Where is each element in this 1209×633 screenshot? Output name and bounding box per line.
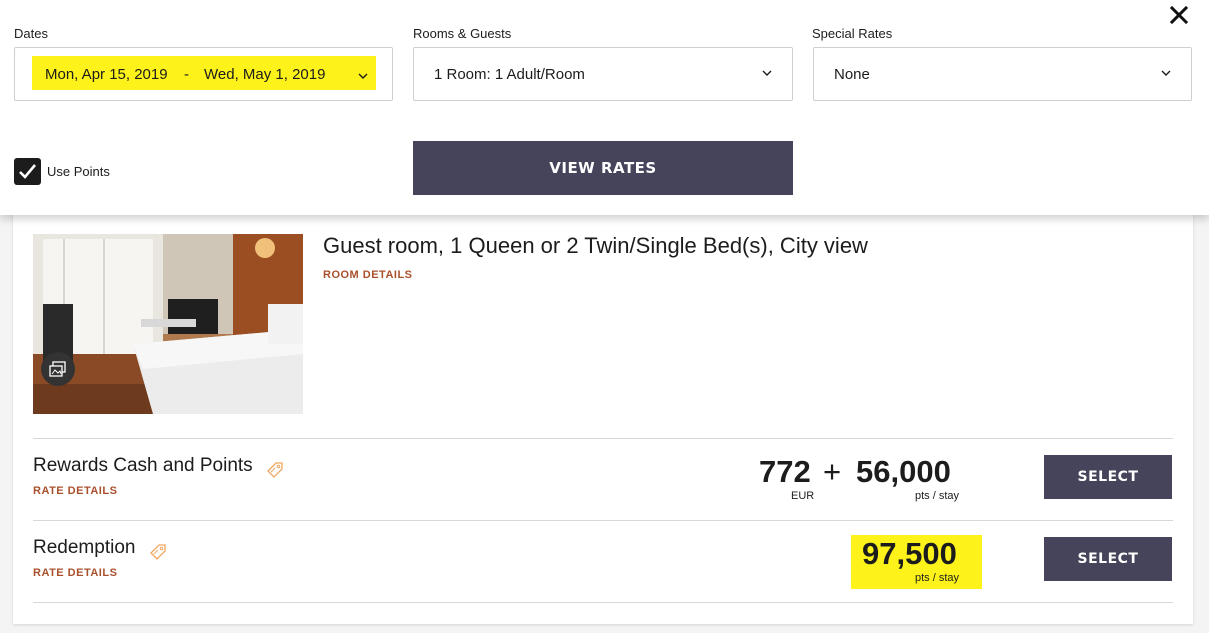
special-rates-label: Special Rates bbox=[812, 26, 893, 41]
use-points-label: Use Points bbox=[47, 164, 110, 179]
date-separator: - bbox=[184, 66, 189, 83]
divider bbox=[33, 520, 1173, 521]
cash-currency: EUR bbox=[791, 490, 815, 502]
rooms-guests-select[interactable]: 1 Room: 1 Adult/Room bbox=[413, 47, 793, 101]
special-rates-select[interactable]: None bbox=[813, 47, 1192, 101]
search-panel: Dates Mon, Apr 15, 2019 - Wed, May 1, 20… bbox=[0, 0, 1209, 215]
gallery-icon[interactable] bbox=[41, 352, 75, 386]
dates-field[interactable]: Mon, Apr 15, 2019 - Wed, May 1, 2019 bbox=[14, 47, 393, 101]
date-end: Wed, May 1, 2019 bbox=[204, 66, 326, 83]
room-title: Guest room, 1 Queen or 2 Twin/Single Bed… bbox=[323, 233, 868, 258]
room-details-link[interactable]: ROOM DETAILS bbox=[323, 269, 413, 281]
tag-icon bbox=[266, 461, 284, 479]
tag-icon bbox=[149, 543, 167, 561]
rate-details-link[interactable]: RATE DETAILS bbox=[33, 567, 117, 579]
select-button[interactable]: SELECT bbox=[1044, 455, 1172, 499]
checkmark-icon bbox=[19, 164, 36, 179]
points-amount: 56,000 bbox=[856, 454, 951, 489]
plus-sign: + bbox=[823, 454, 842, 489]
chevron-down-icon bbox=[762, 68, 772, 78]
date-highlight: Mon, Apr 15, 2019 - Wed, May 1, 2019 bbox=[32, 56, 376, 90]
points-unit: pts / stay bbox=[915, 490, 960, 502]
use-points-checkbox[interactable] bbox=[14, 158, 41, 185]
divider bbox=[33, 438, 1173, 439]
date-start: Mon, Apr 15, 2019 bbox=[45, 66, 168, 83]
special-rates-value: None bbox=[834, 66, 870, 83]
rate-details-link[interactable]: RATE DETAILS bbox=[33, 485, 117, 497]
rate-name: Rewards Cash and Points bbox=[33, 455, 253, 476]
view-rates-button[interactable]: VIEW RATES bbox=[413, 141, 793, 195]
rate-name: Redemption bbox=[33, 537, 136, 558]
cash-amount: 772 bbox=[759, 454, 811, 489]
room-card: Guest room, 1 Queen or 2 Twin/Single Bed… bbox=[13, 200, 1193, 624]
dates-label: Dates bbox=[14, 26, 48, 41]
close-icon[interactable] bbox=[1168, 4, 1190, 26]
points-unit: pts / stay bbox=[915, 572, 960, 584]
chevron-down-icon bbox=[1161, 68, 1171, 78]
chevron-down-icon bbox=[358, 68, 368, 86]
points-amount: 97,500 bbox=[862, 536, 957, 571]
rooms-guests-label: Rooms & Guests bbox=[413, 26, 512, 41]
select-button[interactable]: SELECT bbox=[1044, 537, 1172, 581]
rooms-guests-value: 1 Room: 1 Adult/Room bbox=[434, 66, 585, 83]
divider bbox=[33, 602, 1173, 603]
room-photo[interactable] bbox=[33, 234, 303, 414]
